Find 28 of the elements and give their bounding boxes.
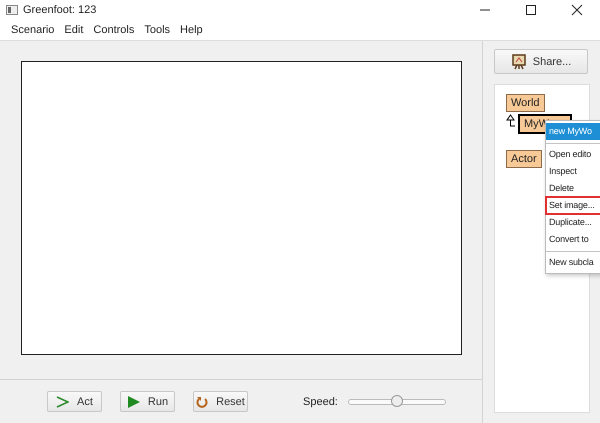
act-button[interactable]: Act (47, 391, 102, 412)
class-box[interactable]: World (506, 94, 545, 112)
app-icon (6, 5, 18, 15)
speed-label: Speed: (303, 396, 338, 408)
menu-item[interactable]: new MyWo (546, 123, 600, 140)
reset-button[interactable]: Reset (193, 391, 248, 412)
easel-icon (510, 54, 527, 70)
menu-item[interactable]: Scenario (6, 24, 60, 36)
menu-item[interactable]: Help (175, 24, 208, 36)
menu-item[interactable]: Inspect (546, 163, 600, 180)
window-title: Greenfoot: 123 (23, 4, 98, 16)
chevron-icon (56, 396, 70, 408)
menu-item[interactable]: Delete (546, 180, 600, 197)
menu-item[interactable]: Set image... (546, 197, 600, 214)
slider-thumb[interactable] (390, 394, 403, 406)
menu-item[interactable]: Tools (139, 24, 176, 36)
menu-item[interactable]: Edit (59, 24, 88, 36)
menu-item[interactable]: Controls (88, 24, 140, 36)
share-button[interactable]: Share... (494, 49, 588, 74)
run-button[interactable]: Run (120, 391, 175, 412)
menu-item[interactable]: New subcla (546, 251, 600, 271)
inheritance-arrow-icon (506, 114, 515, 128)
reset-icon (196, 396, 208, 408)
class-box[interactable]: Actor (506, 150, 542, 168)
menu-item[interactable]: Duplicate... (546, 214, 600, 231)
menu-item[interactable]: Convert to (546, 231, 600, 248)
play-icon (126, 396, 140, 408)
menu-item[interactable]: Open edito (546, 143, 600, 163)
